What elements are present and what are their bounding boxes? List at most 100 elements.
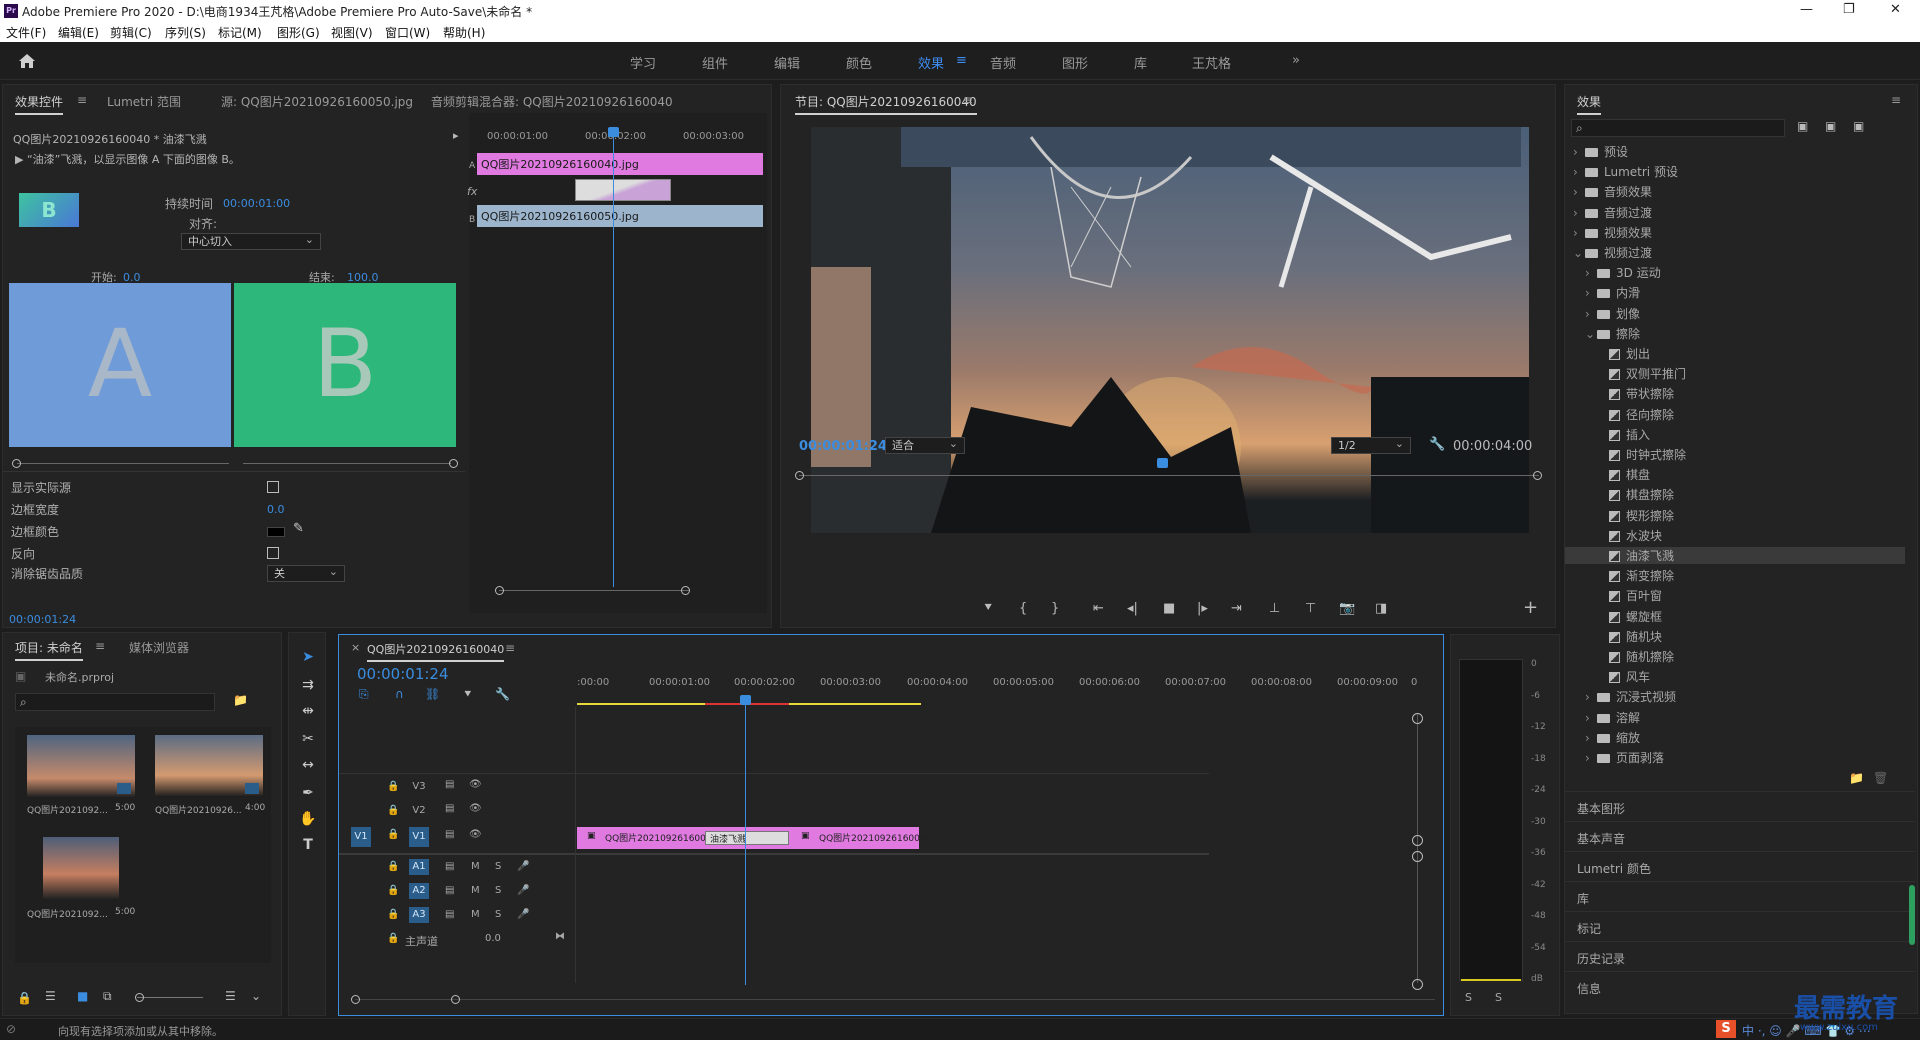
workspace-graphics[interactable]: 图形 xyxy=(1062,53,1088,72)
track-v1-label[interactable]: V1 xyxy=(409,827,429,847)
button-editor-add[interactable]: + xyxy=(1523,597,1538,618)
mark-in-icon[interactable]: { xyxy=(1019,601,1027,616)
chevron-right-icon[interactable]: › xyxy=(1573,165,1585,179)
add-marker-icon[interactable]: ⯆ xyxy=(463,687,473,702)
sync-lock-icon[interactable]: ▤ xyxy=(445,779,454,790)
chevron-down-icon[interactable]: ⌄ xyxy=(1573,246,1585,260)
add-marker-icon[interactable]: ⯆ xyxy=(983,601,993,616)
ime-logo[interactable]: S xyxy=(1716,1020,1736,1038)
settings-wrench-icon[interactable]: 🔧 xyxy=(495,687,510,701)
solo-button[interactable]: S xyxy=(495,885,501,896)
eye-icon[interactable]: 👁 xyxy=(469,803,482,814)
nest-icon[interactable]: ⎘ xyxy=(359,687,369,702)
menu-edit[interactable]: 编辑(E) xyxy=(58,24,99,41)
track-v2-label[interactable]: V2 xyxy=(409,803,429,819)
effect-item[interactable]: 渐变擦除 xyxy=(1565,567,1905,584)
icon-view-icon[interactable]: ■ xyxy=(77,989,88,1003)
effects-folder[interactable]: › 音频效果 xyxy=(1565,183,1905,200)
solo-left-button[interactable]: S xyxy=(1465,991,1472,1004)
reverse-checkbox[interactable] xyxy=(267,547,279,559)
effect-item[interactable]: 随机块 xyxy=(1565,628,1905,645)
workspace-effects[interactable]: 效果 xyxy=(918,53,944,72)
effects-search-input[interactable]: ⌕ xyxy=(1571,119,1785,137)
horizontal-scroll-handle[interactable] xyxy=(351,995,360,1004)
effect-item[interactable]: 时钟式擦除 xyxy=(1565,446,1905,463)
chevron-right-icon[interactable]: › xyxy=(1585,307,1597,321)
chevron-right-icon[interactable]: › xyxy=(1585,731,1597,745)
effects-folder[interactable]: › 视频效果 xyxy=(1565,224,1905,241)
media-thumb[interactable] xyxy=(43,837,119,899)
mute-button[interactable]: M xyxy=(471,885,480,896)
chevron-down-icon[interactable]: ⌄ xyxy=(251,989,261,1003)
sync-lock-icon[interactable]: ▤ xyxy=(445,829,454,840)
workspace-audio[interactable]: 音频 xyxy=(990,53,1016,72)
effects-folder[interactable]: ⌄ 擦除 xyxy=(1565,325,1905,342)
eye-icon[interactable]: 👁 xyxy=(469,829,482,840)
ripple-edit-tool-icon[interactable]: ⇹ xyxy=(297,701,319,721)
start-slider-handle[interactable] xyxy=(12,459,21,468)
effect-item[interactable]: 棋盘擦除 xyxy=(1565,486,1905,503)
effect-item[interactable]: 划出 xyxy=(1565,345,1905,362)
effect-item[interactable]: 随机擦除 xyxy=(1565,648,1905,665)
home-icon[interactable] xyxy=(18,53,36,69)
menu-sequence[interactable]: 序列(S) xyxy=(165,24,206,41)
effect-item[interactable]: 带状擦除 xyxy=(1565,385,1905,402)
mini-zoom-handle[interactable] xyxy=(495,586,504,595)
master-go-icon[interactable]: ⧓ xyxy=(555,931,565,942)
collapsed-section[interactable]: 标记 xyxy=(1565,911,1915,941)
lock-icon[interactable]: 🔒 xyxy=(387,781,399,792)
fit-select[interactable]: 适合 xyxy=(885,436,965,454)
lift-icon[interactable]: ⊥ xyxy=(1269,601,1280,616)
menu-help[interactable]: 帮助(H) xyxy=(443,24,485,41)
chevron-right-icon[interactable]: › xyxy=(1585,690,1597,704)
lock-icon[interactable]: 🔒 xyxy=(387,909,399,920)
slip-tool-icon[interactable]: ↔ xyxy=(297,755,319,775)
mini-playhead-handle[interactable] xyxy=(608,127,619,137)
yuv-effects-icon[interactable]: ▣ xyxy=(1853,119,1864,133)
effects-folder[interactable]: › 预设 xyxy=(1565,143,1905,160)
effect-item[interactable]: 水波块 xyxy=(1565,527,1905,544)
menu-file[interactable]: 文件(F) xyxy=(6,24,46,41)
project-search-input[interactable]: ⌕ xyxy=(15,693,215,711)
mini-playhead[interactable] xyxy=(613,127,614,587)
tab-project[interactable]: 项目: 未命名 xyxy=(15,639,83,661)
effect-item[interactable]: 螺旋框 xyxy=(1565,608,1905,625)
track-a3-label[interactable]: A3 xyxy=(409,907,429,923)
program-menu-icon[interactable]: ≡ xyxy=(963,93,973,107)
mute-button[interactable]: M xyxy=(471,909,480,920)
chevron-right-icon[interactable]: › xyxy=(1573,145,1585,159)
effect-item[interactable]: 双侧平推门 xyxy=(1565,365,1905,382)
type-tool-icon[interactable]: T xyxy=(297,835,319,855)
effect-item[interactable]: 风车 xyxy=(1565,668,1905,685)
collapsed-section[interactable]: 基本声音 xyxy=(1565,821,1915,851)
go-to-in-icon[interactable]: ⇤ xyxy=(1093,601,1104,616)
border-color-swatch[interactable] xyxy=(267,527,285,537)
lock-icon[interactable]: 🔒 xyxy=(17,991,32,1005)
freeform-view-icon[interactable]: ⧉ xyxy=(103,989,112,1004)
effect-controls-timecode[interactable]: 00:00:01:24 xyxy=(9,613,76,626)
timeline-sequence-tab[interactable]: QQ图片20210926160040 xyxy=(367,641,505,662)
play-preview-icon[interactable]: ▶ xyxy=(15,153,27,166)
clip-expand-icon[interactable]: ▸ xyxy=(453,129,459,142)
track-a1-label[interactable]: A1 xyxy=(409,859,429,875)
tab-media-browser[interactable]: 媒体浏览器 xyxy=(129,639,189,656)
sync-lock-icon[interactable]: ▤ xyxy=(445,803,454,814)
list-view-icon[interactable]: ☰ xyxy=(45,989,56,1003)
chevron-right-icon[interactable]: › xyxy=(1585,266,1597,280)
alignment-select[interactable]: 中心切入 xyxy=(181,232,321,250)
project-menu-icon[interactable]: ≡ xyxy=(95,639,105,653)
scrubber-handle-left[interactable] xyxy=(795,471,804,480)
workspace-more-button[interactable]: » xyxy=(1292,53,1300,68)
razor-tool-icon[interactable]: ✂ xyxy=(297,729,319,749)
go-to-out-icon[interactable]: ⇥ xyxy=(1231,601,1242,616)
chevron-down-icon[interactable]: ⌄ xyxy=(1585,327,1597,341)
effects-folder[interactable]: › Lumetri 预设 xyxy=(1565,163,1905,180)
maximize-button[interactable]: ❐ xyxy=(1843,2,1855,17)
program-video-frame[interactable] xyxy=(811,127,1529,533)
chevron-right-icon[interactable]: › xyxy=(1585,751,1597,765)
zoom-slider[interactable] xyxy=(137,997,203,998)
workspace-custom[interactable]: 王芃格 xyxy=(1192,53,1231,72)
linked-selection-icon[interactable]: ⛓ xyxy=(425,687,440,701)
track-v3-label[interactable]: V3 xyxy=(409,779,429,795)
chevron-right-icon[interactable]: › xyxy=(1585,286,1597,300)
